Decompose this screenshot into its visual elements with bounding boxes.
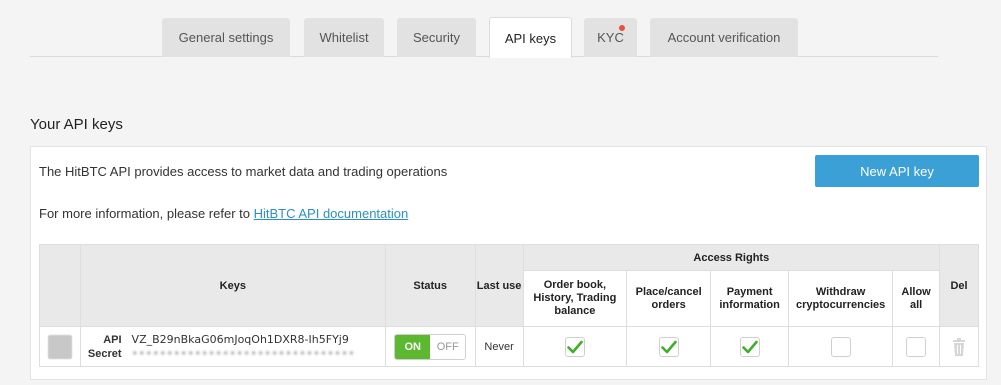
- right-checkbox[interactable]: [739, 336, 760, 357]
- table-row: API Secret VZ_B29nBkaG06mJoqOh1DXR8-Ih5F…: [39, 326, 979, 367]
- api-label: API: [103, 333, 122, 346]
- tab-label: Whitelist: [319, 30, 369, 45]
- checkmark-icon: [741, 340, 758, 353]
- right-header-orderbook: Order book, History, Trading balance: [522, 270, 628, 327]
- right-cell: [522, 326, 628, 367]
- api-key-value[interactable]: VZ_B29nBkaG06mJoqOh1DXR8-Ih5FYj9: [132, 333, 356, 347]
- key-thumbnail: [47, 334, 72, 359]
- right-header-place-cancel: Place/cancel orders: [626, 270, 712, 327]
- checkmark-icon: [567, 340, 583, 353]
- del-header: Del: [939, 244, 979, 327]
- tab-api-keys[interactable]: API keys: [489, 17, 572, 58]
- api-docs-link[interactable]: HitBTC API documentation: [254, 206, 409, 221]
- right-header-withdraw: Withdraw cryptocurrencies: [788, 270, 894, 327]
- tab-label: Security: [413, 30, 460, 45]
- api-keys-panel: The HitBTC API provides access to market…: [30, 146, 987, 380]
- tab-whitelist[interactable]: Whitelist: [304, 18, 384, 57]
- access-rights-header: Access Rights: [522, 244, 941, 271]
- more-info-text: For more information, please refer to Hi…: [39, 206, 408, 221]
- right-checkbox[interactable]: [658, 336, 679, 357]
- last-use-value: Never: [474, 326, 524, 367]
- tab-label: KYC: [597, 30, 624, 45]
- settings-tabs: General settings Whitelist Security API …: [30, 0, 938, 58]
- key-thumb-cell: [39, 326, 81, 367]
- right-checkbox[interactable]: [906, 336, 927, 357]
- right-header-payment: Payment information: [710, 270, 790, 327]
- keys-header: Keys: [79, 244, 386, 327]
- key-cell: API Secret VZ_B29nBkaG06mJoqOh1DXR8-Ih5F…: [79, 326, 386, 367]
- trash-icon[interactable]: [952, 337, 966, 356]
- secret-value: ••••••••••••••••••••••••••••••••: [131, 346, 356, 360]
- right-cell: [892, 326, 941, 367]
- right-header-allow-all: Allow all: [892, 270, 941, 327]
- tab-general-settings[interactable]: General settings: [162, 18, 290, 57]
- status-header: Status: [384, 244, 476, 327]
- tab-kyc[interactable]: KYC: [584, 18, 637, 57]
- last-use-header: Last use: [474, 244, 524, 327]
- notification-dot: [619, 25, 625, 31]
- checkmark-icon: [660, 340, 677, 353]
- status-cell: ON OFF: [384, 326, 476, 367]
- more-info-prefix: For more information, please refer to: [39, 206, 254, 221]
- page-title: Your API keys: [30, 116, 123, 133]
- right-checkbox[interactable]: [564, 336, 585, 357]
- tab-account-verification[interactable]: Account verification: [650, 18, 798, 57]
- right-cell: [788, 326, 894, 367]
- toggle-off[interactable]: OFF: [430, 334, 466, 359]
- status-toggle[interactable]: ON OFF: [394, 333, 467, 360]
- toggle-on[interactable]: ON: [395, 334, 431, 359]
- tab-label: General settings: [178, 30, 274, 45]
- secret-label: Secret: [87, 347, 122, 360]
- tab-label: Account verification: [667, 30, 781, 45]
- tab-label: API keys: [504, 30, 557, 46]
- right-checkbox[interactable]: [830, 336, 851, 357]
- tab-security[interactable]: Security: [397, 18, 476, 57]
- right-cell: [710, 326, 790, 367]
- right-cell: [626, 326, 712, 367]
- new-api-key-button[interactable]: New API key: [815, 155, 979, 187]
- api-keys-table: Keys Status Last use Access Rights Del O…: [39, 244, 979, 367]
- intro-text: The HitBTC API provides access to market…: [39, 164, 448, 179]
- del-cell: [939, 326, 979, 367]
- thumb-header: [39, 244, 81, 327]
